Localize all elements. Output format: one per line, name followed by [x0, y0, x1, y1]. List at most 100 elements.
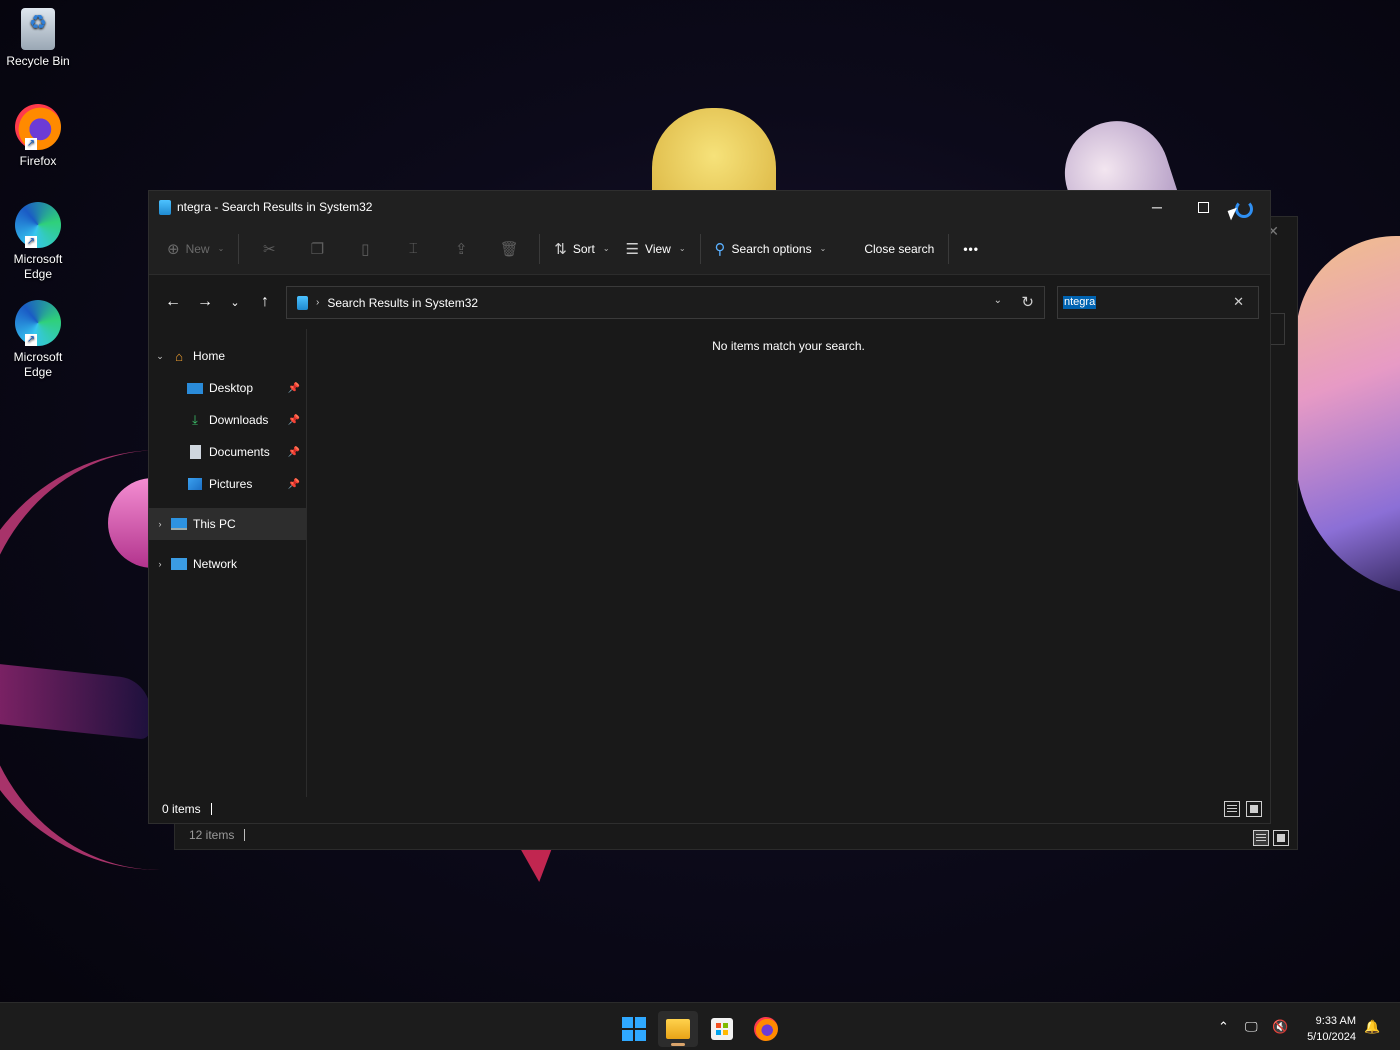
microsoft-store-icon: [711, 1018, 733, 1040]
minimize-button[interactable]: ─: [1134, 191, 1180, 223]
chevron-up-icon: ⌃: [1218, 1019, 1229, 1034]
desktop-icon-edge[interactable]: ↗ Microsoft Edge: [4, 300, 72, 380]
back-button[interactable]: ←: [157, 286, 189, 318]
main-area: ⌄ ⌂ Home Desktop 📌 ⤓ Downloads 📌 Documen…: [149, 329, 1270, 797]
sidebar-item-network[interactable]: › Network: [149, 548, 306, 580]
delete-button[interactable]: 🗑: [485, 233, 533, 265]
start-button[interactable]: [614, 1011, 654, 1047]
item-count: 0 items: [162, 802, 201, 816]
file-list[interactable]: No items match your search.: [307, 329, 1270, 797]
trash-icon: 🗑: [499, 240, 519, 258]
more-options-button[interactable]: •••: [955, 233, 987, 265]
pin-icon: 📌: [287, 478, 300, 490]
copy-button[interactable]: ❐: [293, 233, 341, 265]
chevron-down-icon[interactable]: ⌄: [149, 351, 171, 362]
chevron-right-icon[interactable]: ›: [149, 519, 171, 529]
sidebar-item-home[interactable]: ⌄ ⌂ Home: [149, 340, 306, 372]
edge-icon: ↗: [15, 300, 61, 346]
sidebar-item-desktop[interactable]: Desktop 📌: [149, 372, 306, 404]
volume-tray-icon[interactable]: 🔇: [1272, 1003, 1288, 1050]
sort-button[interactable]: ⇅ Sort ⌄: [546, 233, 617, 265]
desktop-icon-label: Microsoft Edge: [13, 350, 63, 379]
search-options-icon: ⚲: [714, 240, 726, 258]
breadcrumb[interactable]: Search Results in System32: [327, 296, 478, 310]
chevron-right-icon[interactable]: ›: [149, 559, 171, 569]
shortcut-arrow-icon: ↗: [25, 236, 37, 248]
folder-icon: [159, 199, 171, 215]
refresh-icon[interactable]: ↻: [1021, 293, 1034, 311]
toolbar-divider: [539, 233, 541, 264]
status-bar: 12 items: [175, 823, 1297, 849]
scissors-icon: ✂: [263, 240, 276, 258]
search-options-button[interactable]: ⚲ Search options ⌄: [707, 233, 835, 265]
plus-circle-icon: ⊕: [167, 240, 180, 258]
address-dropdown-icon[interactable]: ⌄: [994, 295, 1002, 306]
desktop-icon-label: Microsoft Edge: [13, 252, 63, 281]
sidebar-item-label: This PC: [193, 517, 236, 531]
search-folder-icon: [297, 295, 308, 310]
clear-search-icon[interactable]: ✕: [1233, 294, 1244, 310]
view-toggle: [1253, 830, 1289, 846]
desktop-icon-firefox[interactable]: ↗ Firefox: [4, 104, 72, 169]
notifications-button[interactable]: 🔔: [1364, 1003, 1380, 1050]
title-bar[interactable]: ntegra - Search Results in System32: [149, 191, 1270, 223]
toolbar-divider: [948, 233, 950, 264]
new-button[interactable]: ⊕ New ⌄: [159, 233, 232, 265]
window-title: ntegra - Search Results in System32: [177, 200, 373, 214]
up-button[interactable]: ↑: [249, 286, 281, 318]
maximize-button[interactable]: [1180, 191, 1226, 223]
search-query[interactable]: ntegra: [1063, 296, 1097, 309]
paste-button[interactable]: ▯: [341, 233, 389, 265]
pictures-icon: [187, 477, 203, 491]
status-divider: [244, 829, 246, 841]
sidebar-item-label: Desktop: [209, 381, 254, 395]
show-hidden-icons-button[interactable]: ⌃: [1218, 1003, 1229, 1050]
taskbar-store[interactable]: [702, 1011, 742, 1047]
chevron-down-icon: ⌄: [602, 244, 610, 253]
windows-logo-icon: [622, 1017, 646, 1041]
share-button[interactable]: ⇪: [437, 233, 485, 265]
address-bar-edge: [1269, 313, 1285, 345]
chevron-right-icon: ›: [316, 297, 320, 308]
sidebar-item-label: Documents: [209, 445, 270, 459]
recent-locations-button[interactable]: ⌄: [221, 286, 249, 318]
empty-state-message: No items match your search.: [712, 339, 865, 353]
toolbar-divider: [238, 233, 240, 264]
computer-icon: [171, 517, 187, 531]
sidebar-item-label: Pictures: [209, 477, 253, 491]
clock-time: 9:33 AM: [1315, 1015, 1356, 1027]
explorer-window[interactable]: ntegra - Search Results in System32 ─ ⊕ …: [148, 190, 1271, 824]
share-icon: ⇪: [455, 240, 468, 258]
arrow-left-icon: ←: [165, 293, 181, 310]
taskbar-file-explorer[interactable]: [658, 1011, 698, 1047]
view-button[interactable]: ☰ View ⌄: [618, 233, 694, 265]
rename-button[interactable]: ⌶: [389, 233, 437, 265]
cut-button[interactable]: ✂: [245, 233, 293, 265]
close-search-button[interactable]: Close search: [856, 233, 942, 265]
pin-icon: 📌: [287, 446, 300, 458]
clock[interactable]: 9:33 AM 5/10/2024: [1307, 1013, 1356, 1045]
desktop-icon-label: Firefox: [19, 154, 57, 168]
tiles-view-icon[interactable]: [1273, 830, 1289, 846]
network-tray-icon[interactable]: 🖵: [1245, 1003, 1258, 1050]
address-bar[interactable]: › Search Results in System32 ⌄ ↻: [286, 286, 1045, 319]
firefox-icon: ↗: [15, 104, 61, 150]
details-view-icon[interactable]: [1253, 830, 1269, 846]
sidebar-item-pictures[interactable]: Pictures 📌: [149, 468, 306, 500]
sidebar-item-downloads[interactable]: ⤓ Downloads 📌: [149, 404, 306, 436]
status-bar: 0 items: [149, 797, 1270, 823]
close-search-label: Close search: [864, 241, 935, 256]
taskbar-firefox[interactable]: [746, 1011, 786, 1047]
sidebar-item-this-pc[interactable]: › This PC: [149, 508, 306, 540]
desktop-icon-edge[interactable]: ↗ Microsoft Edge: [4, 202, 72, 282]
search-input[interactable]: ntegra ✕: [1057, 286, 1259, 319]
tiles-view-icon[interactable]: [1246, 801, 1262, 817]
sidebar-item-label: Home: [193, 349, 226, 363]
sidebar-item-documents[interactable]: Documents 📌: [149, 436, 306, 468]
forward-button[interactable]: →: [189, 286, 221, 318]
desktop-icon-recycle-bin[interactable]: Recycle Bin: [4, 8, 72, 69]
details-view-icon[interactable]: [1224, 801, 1240, 817]
shortcut-arrow-icon: ↗: [25, 138, 37, 150]
document-icon: [187, 445, 203, 459]
file-explorer-icon: [666, 1019, 690, 1039]
